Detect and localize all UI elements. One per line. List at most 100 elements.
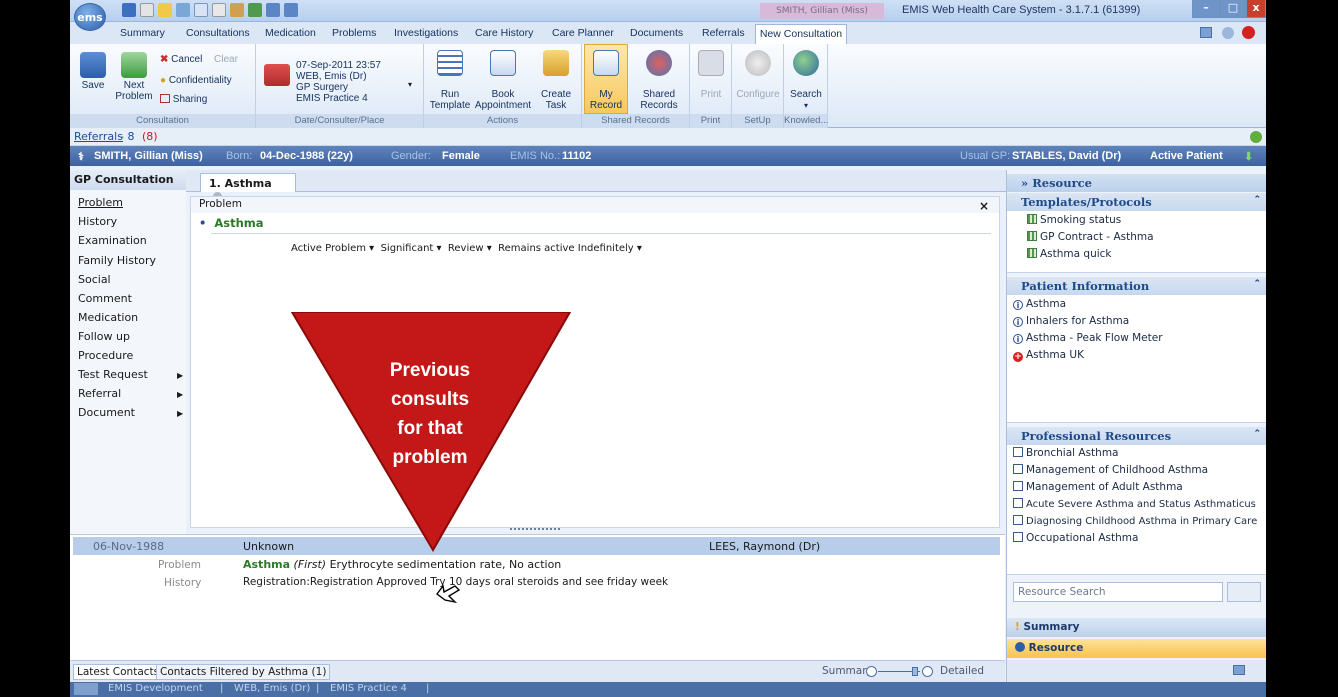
pen-icon[interactable] <box>230 3 244 17</box>
template-item[interactable]: Asthma quick <box>1027 248 1112 260</box>
maximize-button[interactable]: □ <box>1220 0 1246 18</box>
resource-header[interactable]: » Resource <box>1007 174 1266 192</box>
book-appointment-button[interactable]: Book Appointment <box>474 50 532 111</box>
nav-item-test-request[interactable]: Test Request <box>78 368 148 381</box>
tab-documents[interactable]: Documents <box>630 27 683 39</box>
folder-icon[interactable] <box>158 3 172 17</box>
cancel-button[interactable]: ✖ Cancel <box>160 54 202 65</box>
print-button[interactable]: Print <box>694 50 728 100</box>
double-chevron-icon: » <box>1021 176 1029 190</box>
tab-new-consultation[interactable]: New Consultation <box>755 24 847 44</box>
patient-name[interactable]: SMITH, Gillian (Miss) <box>94 150 203 162</box>
nav-item-social[interactable]: Social <box>78 273 111 286</box>
sharing-button[interactable]: Sharing <box>160 94 207 105</box>
next-problem-button[interactable]: Next Problem <box>114 52 154 102</box>
tab-care-history[interactable]: Care History <box>475 27 533 39</box>
professional-item[interactable]: Diagnosing Childhood Asthma in Primary C… <box>1013 515 1257 527</box>
slider-thumb[interactable] <box>912 667 918 676</box>
nav-item-examination[interactable]: Examination <box>78 234 147 247</box>
alert-icon[interactable] <box>1242 26 1255 39</box>
professional-item[interactable]: Occupational Asthma <box>1013 532 1138 544</box>
minimize-button[interactable]: – <box>1192 0 1220 18</box>
active-problem-dropdown[interactable]: Active Problem ▾ <box>291 243 374 254</box>
chart-icon[interactable] <box>248 3 262 17</box>
tab-medication[interactable]: Medication <box>265 27 316 39</box>
nav-item-referral[interactable]: Referral <box>78 387 121 400</box>
patient-info-item[interactable]: i Inhalers for Asthma <box>1013 315 1129 327</box>
nav-item-problem[interactable]: Problem <box>78 196 123 209</box>
clear-button[interactable]: Clear <box>214 54 238 65</box>
nav-item-follow-up[interactable]: Follow up <box>78 330 130 343</box>
patient-info-item[interactable]: i Asthma - Peak Flow Meter <box>1013 332 1163 344</box>
configure-button[interactable]: Configure <box>734 50 782 100</box>
create-task-button[interactable]: Create Task <box>536 50 576 111</box>
search-icon[interactable] <box>1227 582 1261 602</box>
professional-item[interactable]: Management of Adult Asthma <box>1013 481 1183 493</box>
search-button[interactable]: Search ▾ <box>786 50 826 111</box>
run-template-button[interactable]: Run Template <box>428 50 472 111</box>
templates-header[interactable]: Templates/Protocols ⌃ <box>1007 193 1266 211</box>
shared-records-button[interactable]: Shared Records <box>634 50 684 111</box>
close-icon[interactable]: × <box>979 199 989 213</box>
tab-care-planner[interactable]: Care Planner <box>552 27 614 39</box>
professional-item[interactable]: Acute Severe Asthma and Status Asthmatic… <box>1013 498 1256 510</box>
significant-dropdown[interactable]: Significant ▾ <box>381 243 442 254</box>
review-dropdown[interactable]: Review ▾ <box>448 243 492 254</box>
patient-info-header[interactable]: Patient Information ⌃ <box>1007 277 1266 295</box>
professional-item[interactable]: Bronchial Asthma <box>1013 447 1119 459</box>
help-icon[interactable] <box>1222 27 1234 39</box>
patient-info-item[interactable]: + Asthma UK <box>1013 349 1084 362</box>
save-button[interactable]: Save <box>76 52 110 91</box>
tab-investigations[interactable]: Investigations <box>394 27 458 39</box>
form-icon[interactable] <box>194 3 208 17</box>
nav-item-document[interactable]: Document <box>78 406 135 419</box>
home-icon[interactable] <box>140 3 154 17</box>
tab-latest-contacts[interactable]: Latest Contacts <box>73 664 164 680</box>
nav-item-procedure[interactable]: Procedure <box>78 349 133 362</box>
doc-icon[interactable] <box>212 3 226 17</box>
nav-item-history[interactable]: History <box>78 215 117 228</box>
resource-search-input[interactable]: Resource Search <box>1013 582 1223 602</box>
back-icon[interactable] <box>122 3 136 17</box>
tab-problems[interactable]: Problems <box>332 27 376 39</box>
people-icon[interactable] <box>176 3 190 17</box>
tab-contacts-filtered[interactable]: Contacts Filtered by Asthma (1) <box>156 664 331 680</box>
date-consulter-selector[interactable]: 07-Sep-2011 23:57 WEB, Emis (Dr) GP Surg… <box>296 60 381 104</box>
window-icon[interactable] <box>1233 665 1245 675</box>
template-item[interactable]: GP Contract - Asthma <box>1027 231 1154 243</box>
down-arrow-icon[interactable]: ⬇ <box>1244 150 1253 163</box>
template-item[interactable]: Smoking status <box>1027 214 1121 226</box>
calendar-icon[interactable] <box>266 3 280 17</box>
refresh-icon[interactable] <box>1250 131 1262 143</box>
tab-consultations[interactable]: Consultations <box>186 27 250 39</box>
my-record-button[interactable]: My Record <box>586 50 626 111</box>
window-icon[interactable] <box>1200 27 1212 38</box>
collapse-icon[interactable]: ⌃ <box>1253 279 1261 289</box>
tab-asthma[interactable]: 1. Asthma <box>200 173 296 201</box>
nav-item-comment[interactable]: Comment <box>78 292 132 305</box>
problem-entry[interactable]: Asthma (First) Erythrocyte sedimentation… <box>243 558 561 571</box>
confidentiality-button[interactable]: ● Confidentiality <box>160 75 232 86</box>
chevron-down-icon[interactable]: ▾ <box>408 80 412 89</box>
nav-item-medication[interactable]: Medication <box>78 311 138 324</box>
emis-logo[interactable]: ems <box>74 3 106 31</box>
professional-item[interactable]: Management of Childhood Asthma <box>1013 464 1208 476</box>
grid-icon[interactable] <box>284 3 298 17</box>
summary-nav-bar[interactable]: ! Summary <box>1007 618 1266 637</box>
tab-referrals[interactable]: Referrals <box>702 27 745 39</box>
close-window-button[interactable]: x <box>1246 0 1266 18</box>
plus-icon[interactable] <box>922 666 933 677</box>
referrals-link[interactable]: Referrals <box>74 130 123 143</box>
detail-slider[interactable] <box>866 666 936 677</box>
professional-header[interactable]: Professional Resources ⌃ <box>1007 427 1266 445</box>
next-problem-icon <box>121 52 147 78</box>
collapse-icon[interactable]: ⌃ <box>1253 195 1261 205</box>
resource-nav-bar[interactable]: Resource <box>1007 639 1266 658</box>
minus-icon[interactable] <box>866 666 877 677</box>
remains-active-dropdown[interactable]: Remains active Indefinitely ▾ <box>498 243 642 254</box>
patient-info-item[interactable]: i Asthma <box>1013 298 1066 310</box>
tab-summary[interactable]: Summary <box>120 27 165 39</box>
problem-name[interactable]: • Asthma <box>199 216 264 230</box>
collapse-icon[interactable]: ⌃ <box>1253 429 1261 439</box>
nav-item-family-history[interactable]: Family History <box>78 254 156 267</box>
